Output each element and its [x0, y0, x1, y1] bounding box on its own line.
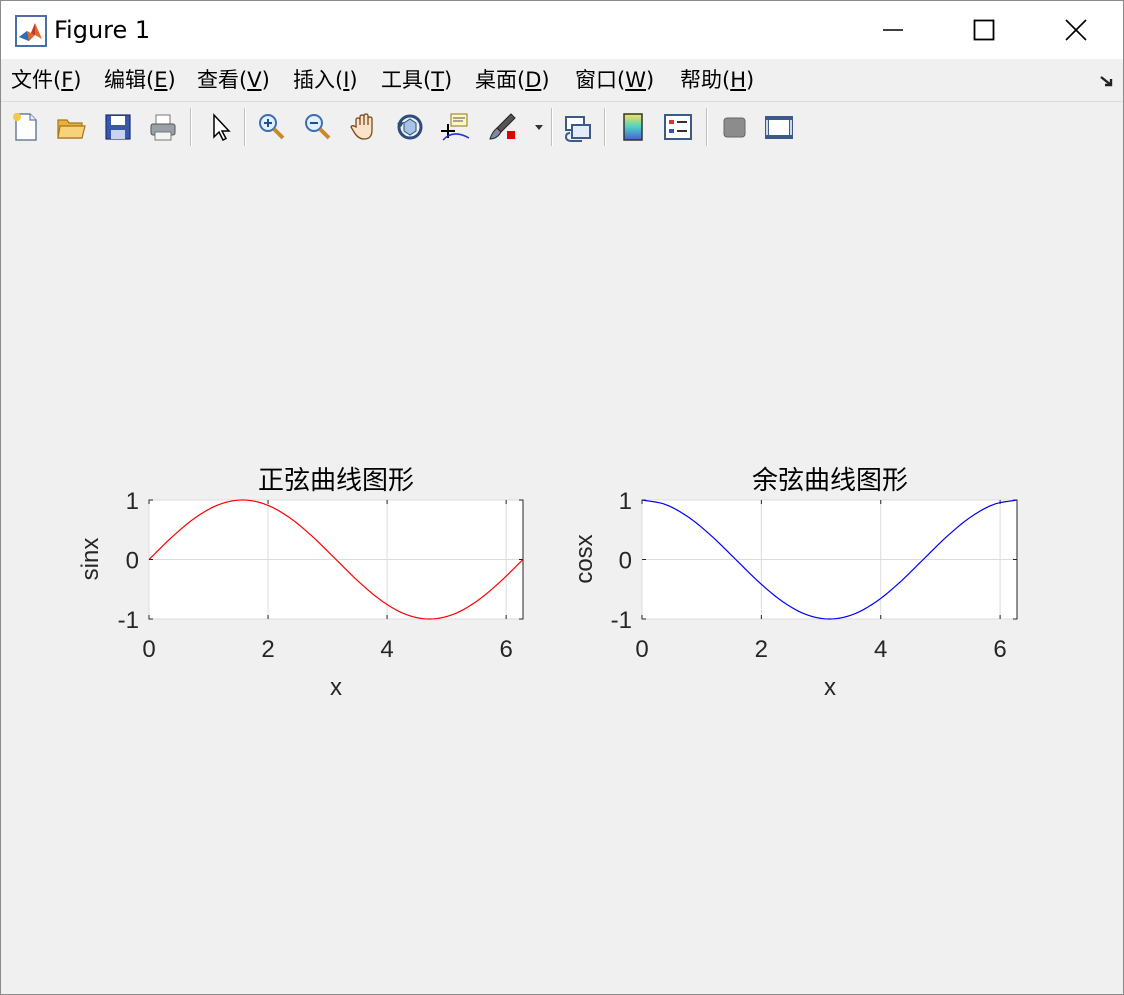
maximize-icon [973, 19, 995, 41]
matlab-logo-icon [15, 15, 47, 47]
print-button[interactable] [146, 109, 180, 145]
toolbar-separator [551, 108, 553, 146]
save-icon [105, 114, 131, 140]
title-bar[interactable]: Figure 1 [1, 1, 1123, 59]
axes-cosine-title: 余弦曲线图形 [752, 466, 908, 496]
menu-window[interactable]: 窗口(W) [575, 66, 654, 94]
x-tick-label: 4 [380, 636, 393, 663]
legend-icon [664, 114, 692, 140]
minimize-icon [883, 29, 903, 31]
figure-window: Figure 1 文件(F) 编辑(E) 查看(V) 插入(I) 工具(T) 桌… [0, 0, 1124, 995]
link-plot-button[interactable] [561, 109, 595, 145]
new-figure-icon [13, 113, 37, 141]
hide-plot-tools-icon [723, 117, 746, 138]
open-file-button[interactable] [54, 109, 88, 145]
y-tick-label: 1 [619, 488, 632, 515]
y-tick-label: 0 [126, 548, 139, 575]
axes-sine-title: 正弦曲线图形 [258, 466, 414, 496]
x-tick-label: 2 [755, 636, 768, 663]
zoom-in-button[interactable] [254, 109, 288, 145]
menu-desktop[interactable]: 桌面(D) [475, 66, 550, 94]
print-icon [150, 114, 176, 141]
x-tick-label: 6 [499, 636, 512, 663]
chevron-down-icon [535, 125, 543, 130]
show-plot-tools-button[interactable] [762, 109, 796, 145]
zoom-out-button[interactable] [300, 109, 334, 145]
menu-bar: 文件(F) 编辑(E) 查看(V) 插入(I) 工具(T) 桌面(D) 窗口(W… [1, 59, 1123, 101]
toolbar-separator [706, 108, 708, 146]
x-tick-label: 0 [142, 636, 155, 663]
y-tick-label: 0 [619, 548, 632, 575]
figure-toolbar [1, 101, 1123, 154]
figure-canvas[interactable]: 0 2 4 6 -1 0 1 正弦曲线图形 x sinx 0 2 4 6 -1 0 1 余弦曲线图形 x… [1, 153, 1123, 994]
window-title: Figure 1 [54, 16, 151, 44]
rotate-3d-icon [397, 114, 423, 140]
plot-area[interactable]: 0 2 4 6-101 正弦曲线图形 x sinx 0 2 4 6-101 余弦曲线图形 x… [1, 153, 1123, 994]
menu-help[interactable]: 帮助(H) [680, 66, 754, 94]
x-tick-label: 0 [635, 636, 648, 663]
axes-cosine[interactable]: 0 2 4 6-101 余弦曲线图形 x cosx [571, 466, 1018, 701]
axes-sine-ylabel: sinx [77, 538, 104, 581]
y-tick-label: 1 [126, 488, 139, 515]
y-tick-label: -1 [611, 607, 632, 634]
brush-button[interactable] [486, 109, 520, 145]
close-button[interactable] [1030, 1, 1122, 59]
axes-sine[interactable]: 0 2 4 6-101 正弦曲线图形 x sinx [77, 466, 524, 701]
maximize-button[interactable] [938, 1, 1030, 59]
save-button[interactable] [101, 109, 135, 145]
toolbar-separator [244, 108, 246, 146]
menu-view[interactable]: 查看(V) [197, 66, 270, 94]
axes-sine-xlabel: x [330, 674, 342, 701]
x-tick-label: 6 [993, 636, 1006, 663]
menu-edit[interactable]: 编辑(E) [104, 66, 176, 94]
brush-dropdown[interactable] [531, 109, 547, 145]
data-cursor-icon [441, 113, 470, 141]
dock-figure-icon[interactable] [1098, 72, 1116, 90]
close-icon [1065, 19, 1087, 41]
colorbar-button[interactable] [616, 109, 650, 145]
pan-button[interactable] [347, 109, 381, 145]
link-plot-icon [564, 116, 591, 142]
colorbar-icon [623, 113, 643, 141]
pan-icon [350, 113, 373, 140]
minimize-button[interactable] [847, 1, 939, 59]
zoom-in-icon [259, 114, 285, 140]
toolbar-separator [604, 108, 606, 146]
rotate-3d-button[interactable] [393, 109, 427, 145]
zoom-out-icon [305, 114, 331, 140]
data-cursor-button[interactable] [438, 109, 472, 145]
show-plot-tools-icon [765, 116, 793, 139]
hide-plot-tools-button[interactable] [717, 109, 751, 145]
legend-button[interactable] [661, 109, 695, 145]
new-figure-button[interactable] [9, 109, 43, 145]
menu-insert[interactable]: 插入(I) [293, 66, 358, 94]
menu-file[interactable]: 文件(F) [11, 66, 82, 94]
brush-icon [489, 113, 516, 140]
axes-cosine-xlabel: x [824, 674, 836, 701]
menu-tools[interactable]: 工具(T) [381, 66, 452, 94]
x-tick-label: 2 [261, 636, 274, 663]
x-tick-label: 4 [874, 636, 887, 663]
y-tick-label: -1 [118, 607, 139, 634]
edit-plot-icon [213, 113, 231, 142]
axes-cosine-ylabel: cosx [571, 534, 598, 583]
toolbar-separator [190, 108, 192, 146]
edit-plot-button[interactable] [203, 109, 237, 145]
open-file-icon [57, 119, 86, 139]
